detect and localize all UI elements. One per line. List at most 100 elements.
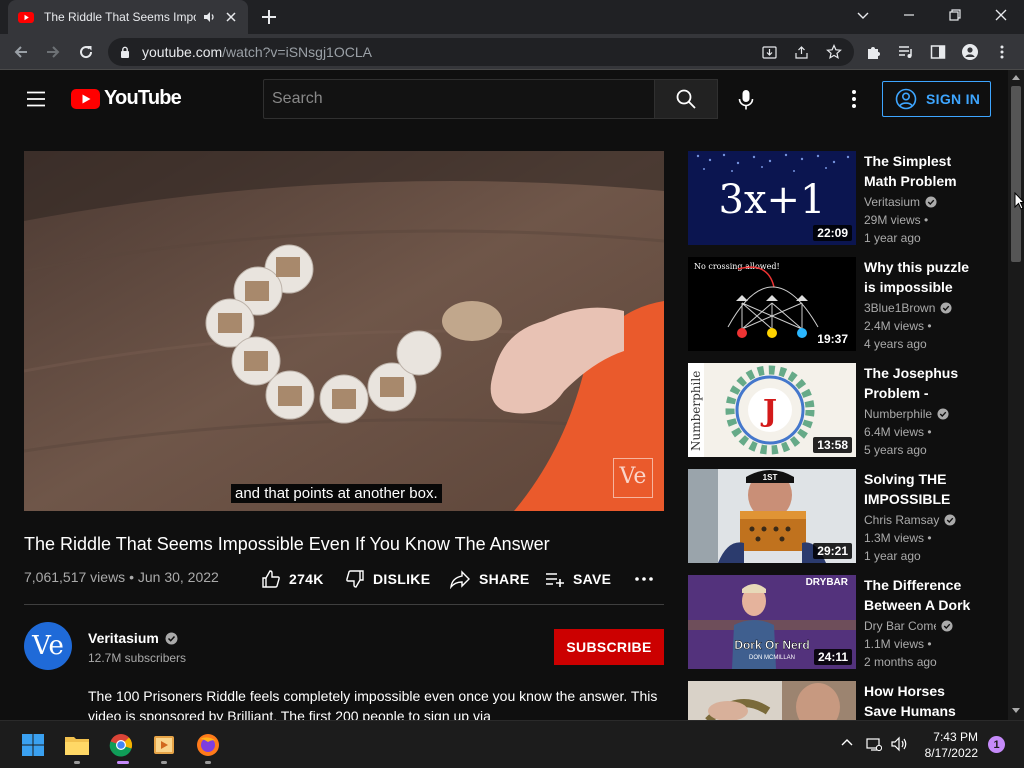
address-bar[interactable]: youtube.com/watch?v=iSNsgj1OCLA <box>108 38 854 66</box>
profile-icon[interactable] <box>962 44 978 60</box>
recommended-video[interactable]: DRYBAR Dork Or Nerd DON MCMILLAN 24:11 T… <box>688 575 998 671</box>
chrome-menu-icon[interactable] <box>994 44 1010 60</box>
video-thumbnail[interactable]: 3x+1 22:09 <box>688 151 856 245</box>
running-indicator <box>205 761 211 764</box>
dislike-button[interactable]: DISLIKE <box>345 569 430 589</box>
browser-tab-strip: The Riddle That Seems Impossible Even If… <box>0 0 1024 34</box>
share-button[interactable]: SHARE <box>449 569 530 589</box>
save-button[interactable]: SAVE <box>545 569 611 589</box>
video-thumbnail[interactable] <box>688 681 856 720</box>
verified-check-icon <box>944 514 956 526</box>
subscriber-count: 12.7M subscribers <box>88 651 187 665</box>
recommended-video[interactable]: No crossing allowed! 19:37 Why this puzz… <box>688 257 998 353</box>
video-thumbnail[interactable]: 1ST 29:21 <box>688 469 856 563</box>
recommended-channel: Numberphile <box>864 407 949 421</box>
install-app-icon[interactable] <box>762 45 777 60</box>
more-actions-icon[interactable] <box>634 572 654 586</box>
media-control-icon[interactable] <box>898 44 914 60</box>
dislike-label: DISLIKE <box>373 571 431 587</box>
video-duration: 13:58 <box>813 437 852 453</box>
page-scrollbar[interactable] <box>1008 70 1024 720</box>
clock-date: 8/17/2022 <box>924 746 978 760</box>
recommended-age: 4 years ago <box>864 337 927 351</box>
thumbs-up-icon <box>261 569 281 589</box>
video-player[interactable] <box>24 151 664 511</box>
recommended-title[interactable]: Solving THE IMPOSSIBLE PUZZLE BOX <box>864 469 980 509</box>
search-input[interactable] <box>263 79 655 119</box>
recommended-video[interactable]: Numberphile J 13:58 The Josephus Problem… <box>688 363 998 459</box>
new-tab-icon[interactable] <box>260 8 278 26</box>
recommended-video[interactable]: How Horses Save Humans From Snakebites <box>688 681 998 720</box>
video-title: The Riddle That Seems Impossible Even If… <box>24 534 550 554</box>
video-thumbnail[interactable]: Numberphile J 13:58 <box>688 363 856 457</box>
scroll-down-arrow-icon[interactable] <box>1012 708 1020 714</box>
thumbnail-horse-image <box>688 681 856 720</box>
like-count: 274K <box>289 571 324 587</box>
microphone-icon[interactable] <box>736 89 756 111</box>
lock-icon[interactable] <box>118 45 132 59</box>
video-thumbnail[interactable]: DRYBAR Dork Or Nerd DON MCMILLAN 24:11 <box>688 575 856 669</box>
search-icon <box>675 88 697 110</box>
hamburger-menu-icon[interactable] <box>26 89 46 109</box>
notification-badge[interactable]: 1 <box>988 736 1005 753</box>
scrollbar-thumb[interactable] <box>1011 86 1021 262</box>
video-duration: 19:37 <box>813 331 852 347</box>
volume-icon[interactable] <box>890 736 908 752</box>
recommended-title[interactable]: The Difference Between A Dork And A Nerd <box>864 575 980 615</box>
video-thumbnail[interactable]: No crossing allowed! 19:37 <box>688 257 856 351</box>
account-circle-icon <box>895 88 917 110</box>
youtube-logo[interactable]: YouTube <box>71 87 182 110</box>
video-description[interactable]: The 100 Prisoners Riddle feels completel… <box>88 686 664 720</box>
recommended-channel: Dry Bar Comedy <box>864 619 953 633</box>
playlist-add-icon <box>545 569 565 589</box>
back-icon[interactable] <box>12 43 30 61</box>
thumbnail-text: 3x+1 <box>719 177 826 223</box>
restore-icon[interactable] <box>948 8 962 22</box>
window-close-icon[interactable] <box>994 8 1008 22</box>
recommended-views: 1.1M views • <box>864 637 932 651</box>
share-page-icon[interactable] <box>794 45 809 60</box>
bookmark-star-icon[interactable] <box>826 44 842 60</box>
system-clock[interactable]: 7:43 PM 8/17/2022 <box>912 729 978 761</box>
minimize-icon[interactable] <box>902 8 916 22</box>
recommended-age: 5 years ago <box>864 443 927 457</box>
scroll-up-arrow-icon[interactable] <box>1012 74 1020 80</box>
media-player-icon[interactable] <box>150 731 178 759</box>
subscribe-button[interactable]: SUBSCRIBE <box>554 629 664 665</box>
tab-search-chevron-icon[interactable] <box>856 8 870 22</box>
youtube-favicon-icon <box>18 9 34 25</box>
recommended-title[interactable]: Why this puzzle is impossible <box>864 257 980 297</box>
thumbnail-side-text: Numberphile <box>689 371 703 451</box>
recommended-title[interactable]: How Horses Save Humans From Snakebites <box>864 681 980 720</box>
recommended-video[interactable]: 3x+1 22:09 The Simplest Math Problem Cou… <box>688 151 998 247</box>
recommended-title[interactable]: The Simplest Math Problem Could Be Unsol… <box>864 151 980 191</box>
thumbnail-subtext: DON MCMILLAN <box>749 655 795 661</box>
channel-watermark[interactable]: Ve <box>613 458 653 498</box>
tab-close-icon[interactable] <box>224 10 238 24</box>
settings-more-vertical-icon[interactable] <box>850 89 858 109</box>
sign-in-button[interactable]: SIGN IN <box>882 81 991 117</box>
mouse-cursor-icon <box>1014 192 1024 210</box>
channel-avatar[interactable]: Ve <box>24 622 72 670</box>
firefox-icon[interactable] <box>194 731 222 759</box>
audio-playing-icon[interactable] <box>202 10 216 24</box>
recommended-title[interactable]: The Josephus Problem - Numberphile <box>864 363 980 403</box>
extensions-puzzle-icon[interactable] <box>866 44 882 60</box>
network-icon[interactable] <box>866 736 882 752</box>
windows-start-icon[interactable] <box>19 731 47 759</box>
chrome-app-icon[interactable] <box>107 731 135 759</box>
recommended-views: 6.4M views • <box>864 425 932 439</box>
side-panel-icon[interactable] <box>930 44 946 60</box>
file-explorer-icon[interactable] <box>63 731 91 759</box>
thumbnail-text: No crossing allowed! <box>694 262 780 271</box>
recommended-video[interactable]: 1ST 29:21 Solving THE IMPOSSIBLE PUZZLE … <box>688 469 998 565</box>
video-duration: 24:11 <box>813 649 852 665</box>
like-button[interactable]: 274K <box>261 569 324 589</box>
channel-name-link[interactable]: Veritasium <box>88 630 178 646</box>
forward-icon[interactable] <box>44 43 62 61</box>
browser-tab[interactable]: The Riddle That Seems Impossible Even If… <box>8 0 248 34</box>
recommended-channel: 3Blue1Brown <box>864 301 952 315</box>
show-hidden-icons-chevron-icon[interactable] <box>840 736 854 750</box>
reload-icon[interactable] <box>77 43 95 61</box>
search-button[interactable] <box>654 79 718 119</box>
